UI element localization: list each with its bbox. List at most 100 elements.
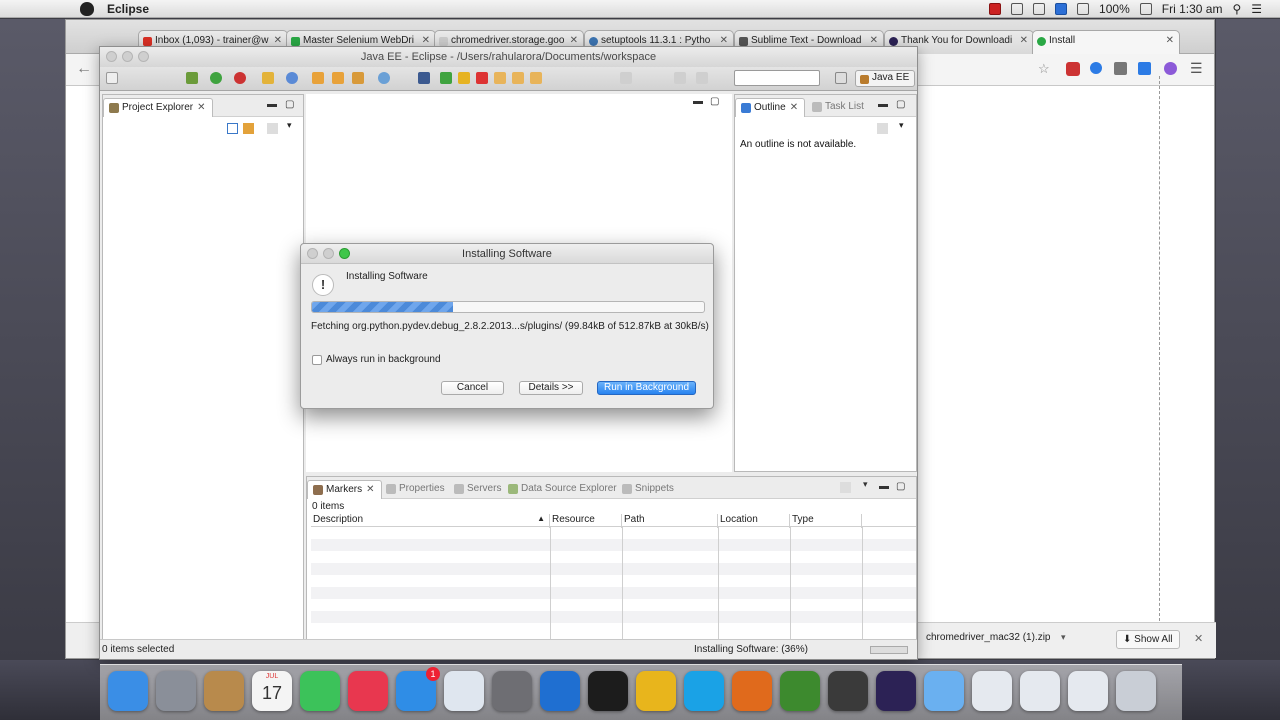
- view-menu-icon[interactable]: ▾: [287, 120, 292, 131]
- search-tool-icon[interactable]: [352, 72, 364, 84]
- apple-menu-icon[interactable]: [80, 1, 94, 16]
- close-icon[interactable]: ✕: [422, 35, 430, 46]
- new-web-icon[interactable]: [286, 72, 298, 84]
- focus-icon[interactable]: [267, 123, 278, 134]
- launchpad-icon[interactable]: [156, 671, 196, 711]
- tab-snippets[interactable]: Snippets: [617, 480, 680, 499]
- bluetooth-icon[interactable]: [1055, 3, 1068, 15]
- back-icon[interactable]: [674, 72, 686, 84]
- chrome-tab-install[interactable]: Install ✕: [1032, 30, 1180, 54]
- teamviewer-icon[interactable]: [540, 671, 580, 711]
- close-icon[interactable]: ✕: [197, 102, 205, 113]
- view-menu-icon[interactable]: ▾: [863, 479, 868, 490]
- collapse-all-icon[interactable]: [227, 123, 238, 134]
- eclipse-icon[interactable]: [876, 671, 916, 711]
- close-icon[interactable]: ✕: [1166, 35, 1174, 46]
- screenshot-icon[interactable]: [972, 671, 1012, 711]
- open-perspective-icon[interactable]: [835, 72, 847, 84]
- always-run-background-checkbox[interactable]: [312, 355, 322, 365]
- view-menu-icon[interactable]: ▾: [899, 120, 904, 131]
- back-arrow-icon[interactable]: ←: [76, 60, 92, 78]
- status-progress-indicator[interactable]: [870, 646, 908, 654]
- column-header-type[interactable]: Type: [790, 514, 862, 528]
- screenshot-icon-3[interactable]: [1068, 671, 1108, 711]
- new-server-icon[interactable]: [262, 72, 274, 84]
- calendar-icon[interactable]: JUL 17: [252, 671, 292, 711]
- cloud-icon[interactable]: [1033, 3, 1046, 15]
- menubar-app-name[interactable]: Eclipse: [107, 2, 149, 16]
- details-button[interactable]: Details >>: [519, 381, 583, 395]
- close-icon[interactable]: ✕: [1194, 632, 1203, 645]
- perspective-java-ee[interactable]: Java EE: [855, 70, 916, 87]
- close-icon[interactable]: ✕: [790, 102, 798, 113]
- close-icon[interactable]: ✕: [570, 35, 578, 46]
- forward-icon[interactable]: [696, 72, 708, 84]
- wifi-icon[interactable]: [1077, 3, 1090, 15]
- resume-icon[interactable]: [440, 72, 452, 84]
- download-item[interactable]: chromedriver_mac32 (1).zip: [926, 632, 1051, 643]
- chrome-menu-icon[interactable]: ☰: [1190, 60, 1203, 77]
- download-extension-icon[interactable]: [1114, 62, 1127, 75]
- minimize-window-button[interactable]: [122, 51, 133, 62]
- keyboard-icon[interactable]: [1139, 3, 1152, 15]
- minimize-icon[interactable]: ▬: [879, 481, 889, 492]
- step-into-icon[interactable]: [494, 72, 506, 84]
- step-return-icon[interactable]: [530, 72, 542, 84]
- notification-icon[interactable]: [1011, 3, 1024, 15]
- terminal-icon[interactable]: [588, 671, 628, 711]
- close-icon[interactable]: ✕: [870, 35, 878, 46]
- itunes-icon[interactable]: [348, 671, 388, 711]
- folder-icon[interactable]: [924, 671, 964, 711]
- system-preferences-icon[interactable]: [492, 671, 532, 711]
- sublime-icon[interactable]: [828, 671, 868, 711]
- open-type-icon[interactable]: [312, 72, 324, 84]
- record-icon[interactable]: [989, 3, 1002, 15]
- focus-icon[interactable]: [840, 482, 851, 493]
- progress-status[interactable]: Installing Software: (36%): [694, 644, 808, 655]
- skype-icon[interactable]: [684, 671, 724, 711]
- step-over-icon[interactable]: [512, 72, 524, 84]
- maximize-icon[interactable]: ▢: [710, 96, 719, 107]
- extension-icon-2[interactable]: [1090, 62, 1102, 74]
- camtasia-icon[interactable]: [780, 671, 820, 711]
- column-header-path[interactable]: Path: [622, 514, 718, 528]
- tab-task-list[interactable]: Task List: [807, 98, 870, 117]
- facetime-icon[interactable]: [300, 671, 340, 711]
- quick-access-input[interactable]: [734, 70, 820, 86]
- zoom-window-button[interactable]: [138, 51, 149, 62]
- extension-icon-4[interactable]: [1164, 62, 1177, 75]
- tab-markers[interactable]: Markers ✕: [307, 480, 382, 499]
- cancel-button[interactable]: Cancel: [441, 381, 504, 395]
- zoom-dialog-button[interactable]: [339, 248, 350, 259]
- extension-icon[interactable]: [1066, 62, 1080, 76]
- column-header-description[interactable]: Description ▲: [311, 514, 550, 528]
- star-icon[interactable]: ☆: [1038, 61, 1050, 77]
- run-icon[interactable]: [210, 72, 222, 84]
- screenshot-icon-2[interactable]: [1020, 671, 1060, 711]
- minimize-dialog-button[interactable]: [323, 248, 334, 259]
- minimize-icon[interactable]: ▬: [878, 99, 888, 110]
- focus-icon[interactable]: [877, 123, 888, 134]
- navigate-icon[interactable]: [620, 72, 632, 84]
- spotlight-icon[interactable]: ⚲: [1232, 2, 1241, 16]
- suspend-icon[interactable]: [458, 72, 470, 84]
- edit-icon[interactable]: [418, 72, 430, 84]
- terminate-icon[interactable]: [476, 72, 488, 84]
- minimize-icon[interactable]: ▬: [267, 99, 277, 110]
- column-header-location[interactable]: Location: [718, 514, 790, 528]
- open-folder-icon[interactable]: [332, 72, 344, 84]
- maximize-icon[interactable]: ▢: [896, 99, 905, 110]
- chrome-icon[interactable]: [636, 671, 676, 711]
- tab-data-source-explorer[interactable]: Data Source Explorer: [503, 480, 623, 499]
- notification-center-icon[interactable]: ☰: [1251, 2, 1262, 16]
- textedit-icon[interactable]: [444, 671, 484, 711]
- globe-icon[interactable]: [378, 72, 390, 84]
- close-window-button[interactable]: [106, 51, 117, 62]
- column-header-resource[interactable]: Resource: [550, 514, 622, 528]
- trash-icon[interactable]: [1116, 671, 1156, 711]
- maximize-icon[interactable]: ▢: [896, 481, 905, 492]
- link-editor-icon[interactable]: [243, 123, 254, 134]
- close-dialog-button[interactable]: [307, 248, 318, 259]
- contacts-icon[interactable]: [204, 671, 244, 711]
- close-icon[interactable]: ✕: [720, 35, 728, 46]
